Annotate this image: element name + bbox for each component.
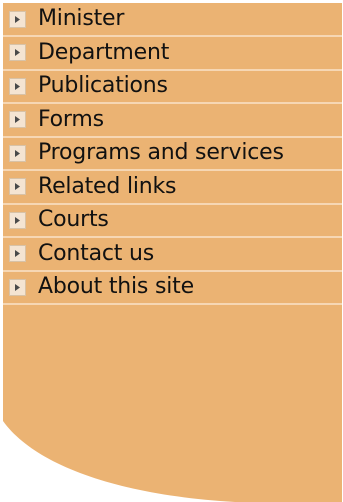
nav-item-label: Minister xyxy=(38,6,125,31)
nav-item-department[interactable]: Department xyxy=(3,37,342,71)
chevron-right-icon xyxy=(9,278,26,296)
chevron-right-icon xyxy=(9,44,26,62)
nav-item-label: Related links xyxy=(38,173,177,199)
chevron-right-icon xyxy=(9,10,26,28)
nav-item-related-links[interactable]: Related links xyxy=(3,171,342,205)
nav-item-label: Department xyxy=(38,39,170,65)
nav-item-courts[interactable]: Courts xyxy=(3,205,342,238)
nav-item-label: Courts xyxy=(38,207,109,233)
chevron-right-icon xyxy=(9,144,26,162)
chevron-right-icon xyxy=(9,77,26,95)
nav-item-label: About this site xyxy=(38,274,194,300)
nav-item-label: Contact us xyxy=(38,240,154,266)
nav-item-contact-us[interactable]: Contact us xyxy=(3,238,342,272)
nav-item-minister[interactable]: Minister xyxy=(3,3,342,37)
nav-item-about-this-site[interactable]: About this site xyxy=(3,272,342,305)
nav-item-programs-and-services[interactable]: Programs and services xyxy=(3,138,342,171)
nav-item-label: Publications xyxy=(38,73,168,99)
chevron-right-icon xyxy=(9,111,26,129)
navigation-panel: Minister Department Publications Forms P… xyxy=(3,3,342,502)
chevron-right-icon xyxy=(9,245,26,263)
nav-item-publications[interactable]: Publications xyxy=(3,71,342,104)
chevron-right-icon xyxy=(9,211,26,229)
nav-item-forms[interactable]: Forms xyxy=(3,104,342,138)
nav-menu: Minister Department Publications Forms P… xyxy=(3,3,342,305)
chevron-right-icon xyxy=(9,178,26,196)
nav-item-label: Programs and services xyxy=(38,140,284,166)
nav-item-label: Forms xyxy=(38,106,104,132)
